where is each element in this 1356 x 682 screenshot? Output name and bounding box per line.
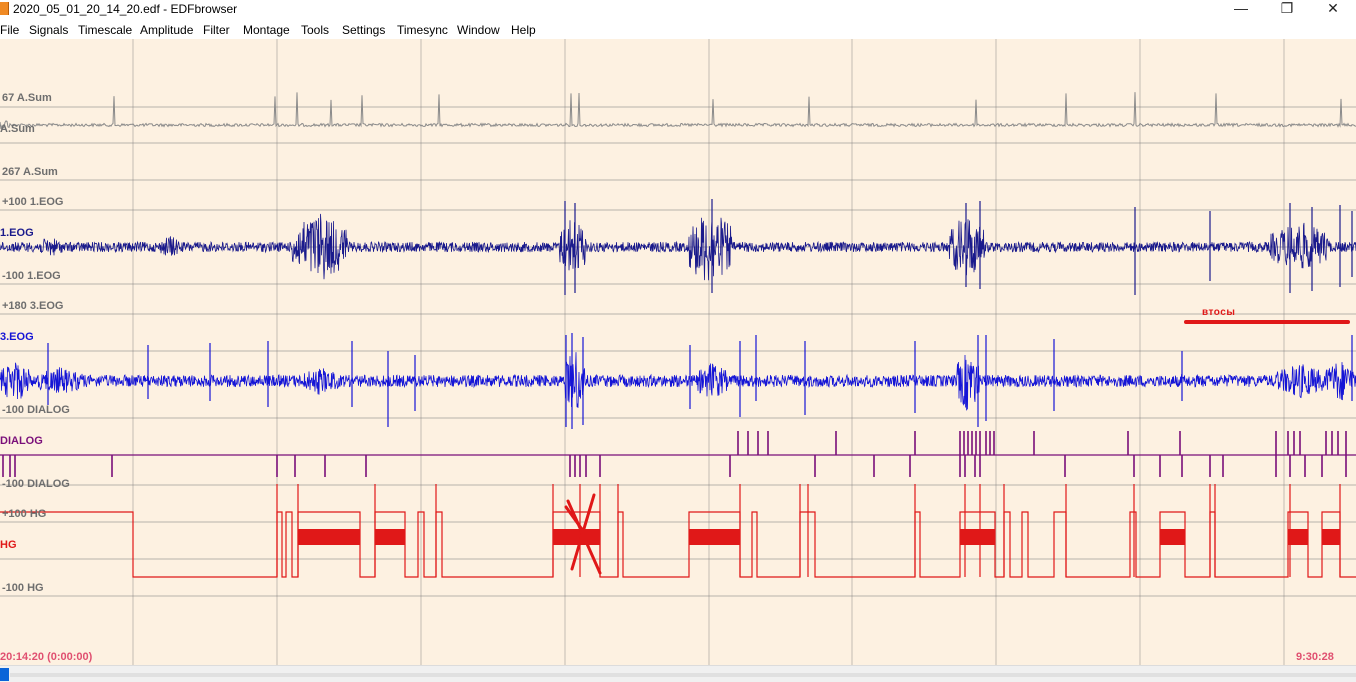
menu-timescale[interactable]: Timescale xyxy=(78,23,132,37)
trace-hg xyxy=(0,484,1356,578)
label-hg-bottom: -100 HG xyxy=(2,582,44,594)
waveform-asum xyxy=(0,92,1356,130)
label-dialog-bottom: -100 DIALOG xyxy=(2,478,70,490)
label-eog3-top: +180 3.EOG xyxy=(2,300,64,312)
menu-window[interactable]: Window xyxy=(457,23,500,37)
minimize-button[interactable]: — xyxy=(1218,0,1264,18)
hg-block xyxy=(375,529,405,545)
hg-block xyxy=(1322,529,1340,545)
label-asum-top: 67 A.Sum xyxy=(2,92,52,104)
menu-timesync[interactable]: Timesync xyxy=(397,23,448,37)
menu-settings[interactable]: Settings xyxy=(342,23,385,37)
menu-help[interactable]: Help xyxy=(511,23,536,37)
window-title: 2020_05_01_20_14_20.edf - EDFbrowser xyxy=(13,2,238,16)
label-eog1-bottom: -100 1.EOG xyxy=(2,270,61,282)
time-end: 9:30:28 xyxy=(1296,651,1334,663)
menu-signals[interactable]: Signals xyxy=(29,23,68,37)
hg-block xyxy=(553,529,600,545)
label-hg-name: HG xyxy=(0,539,17,551)
menu-amplitude[interactable]: Amplitude xyxy=(140,23,193,37)
close-button[interactable]: ✕ xyxy=(1310,0,1356,18)
label-eog3-name: 3.EOG xyxy=(0,331,34,343)
annotation-label: втосы xyxy=(1202,307,1236,318)
label-eog1-top: +100 1.EOG xyxy=(2,196,64,208)
trace-eog3 xyxy=(0,333,1356,429)
title-bar: 2020_05_01_20_14_20.edf - EDFbrowser — ❐… xyxy=(0,0,1356,18)
trace-dialog xyxy=(0,431,1356,477)
time-start: 20:14:20 (0:00:00) xyxy=(0,651,93,663)
menu-filter[interactable]: Filter xyxy=(203,23,230,37)
label-hg-top: +100 HG xyxy=(2,508,47,520)
hg-block xyxy=(1160,529,1185,545)
annotation-marks xyxy=(564,320,1350,575)
maximize-button[interactable]: ❐ xyxy=(1264,0,1310,18)
scroll-track[interactable] xyxy=(10,673,1356,677)
label-eog3-bottom: -100 DIALOG xyxy=(2,404,70,416)
waveform-eog3 xyxy=(0,352,1356,411)
menu-tools[interactable]: Tools xyxy=(301,23,329,37)
hg-block xyxy=(298,529,360,545)
signal-traces xyxy=(0,39,1356,665)
grid xyxy=(0,39,1356,665)
signal-viewer[interactable]: 67 A.Sum A.Sum 267 A.Sum +100 1.EOG 1.EO… xyxy=(0,39,1356,665)
menu-file[interactable]: File xyxy=(0,23,19,37)
label-asum-bottom: 267 A.Sum xyxy=(2,166,58,178)
hg-block xyxy=(1288,529,1308,545)
hg-block xyxy=(689,529,740,545)
horizontal-scrollbar[interactable] xyxy=(0,665,1356,682)
label-dialog-name: DIALOG xyxy=(0,435,43,447)
scroll-thumb[interactable] xyxy=(0,668,9,681)
trace-asum xyxy=(0,92,1356,130)
menu-montage[interactable]: Montage xyxy=(243,23,290,37)
menu-bar: File Signals Timescale Amplitude Filter … xyxy=(0,19,1356,39)
app-icon xyxy=(0,2,9,15)
label-eog1-name: 1.EOG xyxy=(0,227,34,239)
label-asum-name: A.Sum xyxy=(0,123,35,135)
